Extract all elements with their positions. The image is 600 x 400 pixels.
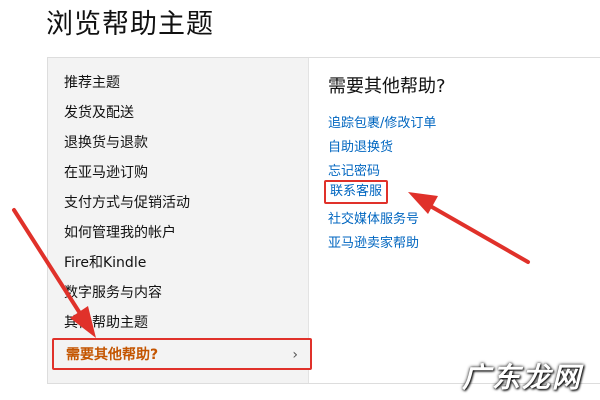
page-title: 浏览帮助主题: [46, 9, 214, 40]
link-seller-help[interactable]: 亚马逊卖家帮助: [328, 232, 419, 251]
sidebar-item-account[interactable]: 如何管理我的帐户: [64, 222, 176, 242]
link-self-return[interactable]: 自助退换货: [328, 136, 393, 155]
sidebar-item-label: 需要其他帮助?: [66, 347, 159, 363]
sidebar-item-need-help[interactable]: 需要其他帮助? ›: [52, 338, 312, 370]
help-panel-heading: 需要其他帮助?: [328, 76, 446, 97]
link-forgot-password[interactable]: 忘记密码: [328, 160, 380, 179]
sidebar-item-other-topics[interactable]: 其他帮助主题: [64, 312, 148, 332]
sidebar-item-payment[interactable]: 支付方式与促销活动: [64, 192, 190, 212]
link-social-media[interactable]: 社交媒体服务号: [328, 208, 419, 227]
sidebar-item-shipping[interactable]: 发货及配送: [64, 102, 134, 122]
sidebar-item-returns[interactable]: 退换货与退款: [64, 132, 148, 152]
link-contact-support[interactable]: 联系客服: [324, 180, 389, 204]
sidebar-item-fire-kindle[interactable]: Fire和Kindle: [64, 252, 146, 272]
link-track-package[interactable]: 追踪包裹/修改订单: [328, 112, 436, 131]
sidebar-item-recommended[interactable]: 推荐主题: [64, 72, 120, 92]
sidebar-item-digital[interactable]: 数字服务与内容: [64, 282, 162, 302]
sidebar: 推荐主题 发货及配送 退换货与退款 在亚马逊订购 支付方式与促销活动 如何管理我…: [48, 58, 312, 383]
help-topics-panel: 推荐主题 发货及配送 退换货与退款 在亚马逊订购 支付方式与促销活动 如何管理我…: [47, 57, 600, 384]
sidebar-item-ordering[interactable]: 在亚马逊订购: [64, 162, 148, 182]
chevron-right-icon: ›: [292, 347, 298, 363]
watermark: 广东龙网: [461, 361, 582, 394]
